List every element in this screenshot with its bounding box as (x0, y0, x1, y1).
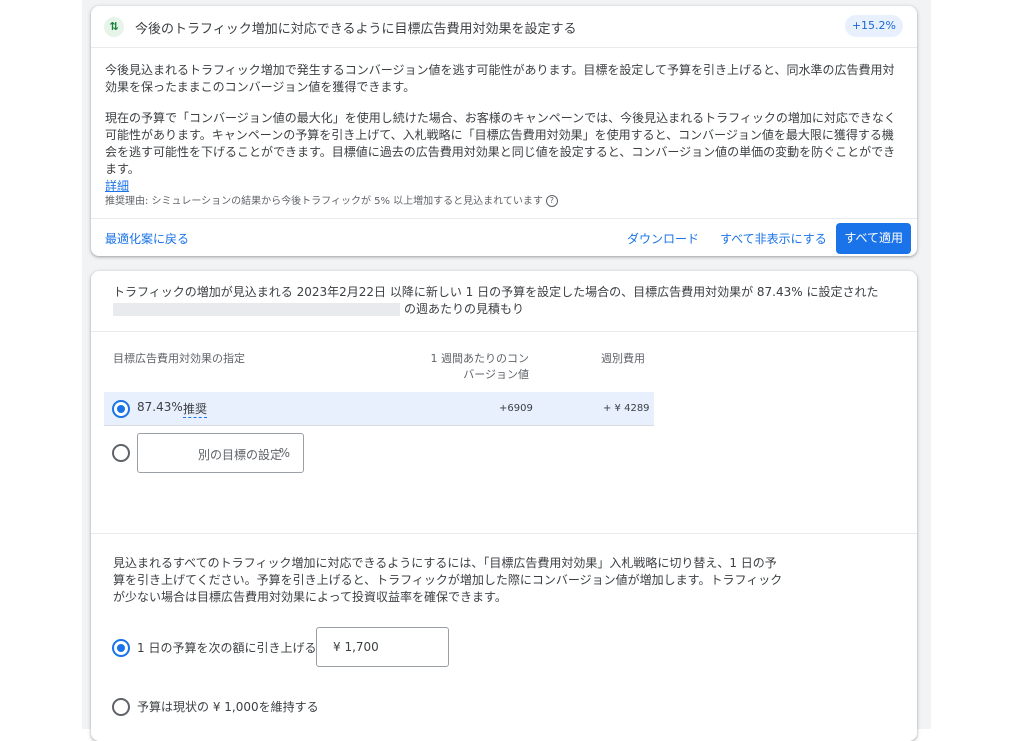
divider (91, 533, 917, 534)
apply-all-button[interactable]: すべて適用 (836, 223, 911, 254)
hide-all-button[interactable]: すべて非表示にする (720, 230, 827, 247)
estimate-intro: トラフィックの増加が見込まれる 2023年2月22日 以降に新しい 1 日の予算… (113, 285, 879, 316)
back-to-recommendations-link[interactable]: 最適化案に戻る (105, 230, 189, 247)
keep-budget-label: 予算は現状の ¥ 1,000を維持する (137, 700, 319, 714)
recommendation-reason: 推奨理由: シミュレーションの結果から今後トラフィックが 5% 以上増加すると見… (105, 192, 558, 207)
recommendation-body: 今後見込まれるトラフィック増加で発生するコンバージョン値を逃す可能性があります。… (105, 62, 905, 209)
details-link[interactable]: 詳細 (105, 179, 129, 193)
trend-arrows-icon: ⇅ (104, 17, 124, 37)
divider (91, 331, 917, 332)
redacted-campaign-name (113, 303, 400, 316)
budget-explanation: 見込まれるすべてのトラフィック増加に対応できるようにするには、「目標広告費用対効… (113, 556, 783, 604)
recommended-target-value: 87.43% (137, 400, 183, 414)
help-icon[interactable]: ? (545, 195, 558, 207)
recommended-tag: 推奨 (183, 402, 208, 418)
radio-custom-target[interactable] (112, 444, 130, 462)
recommendation-header: ⇅ 今後のトラフィック増加に対応できるように目標広告費用対効果を設定する +15… (91, 6, 917, 48)
weekly-conversion-value: +6909 (499, 403, 533, 414)
column-header-conversions: 1 週間あたりのコン バージョン値 (430, 352, 530, 381)
recommendation-title: 今後のトラフィック増加に対応できるように目標広告費用対効果を設定する (135, 22, 577, 37)
recommendation-footer: 最適化案に戻る ダウンロード すべて非表示にする すべて適用 (91, 218, 917, 257)
uplift-badge: +15.2% (844, 15, 903, 37)
radio-recommended[interactable] (112, 400, 130, 418)
option-row-recommended[interactable]: 87.43% 推奨 +6909 + ¥ 4289 (104, 392, 654, 426)
radio-keep-budget[interactable] (112, 698, 130, 716)
weekly-cost-value: + ¥ 4289 (603, 403, 650, 414)
percent-unit: % (278, 446, 290, 460)
estimate-card: トラフィックの増加が見込まれる 2023年2月22日 以降に新しい 1 日の予算… (91, 271, 917, 741)
recommendation-paragraph-2: 現在の予算で「コンバージョン値の最大化」を使用し続けた場合、お客様のキャンペーン… (105, 111, 896, 193)
recommendation-paragraph-1: 今後見込まれるトラフィック増加で発生するコンバージョン値を逃す可能性があります。… (105, 63, 895, 94)
download-button[interactable]: ダウンロード (627, 230, 699, 247)
column-header-target: 目標広告費用対効果の指定 (113, 352, 245, 365)
recommendation-card: ⇅ 今後のトラフィック増加に対応できるように目標広告費用対効果を設定する +15… (91, 6, 917, 256)
custom-target-placeholder: 別の目標の設定 (198, 448, 283, 462)
radio-raise-budget[interactable] (112, 639, 130, 657)
daily-budget-input[interactable]: ¥ 1,700 (316, 627, 449, 667)
raise-budget-label: 1 日の予算を次の額に引き上げる (137, 641, 317, 655)
custom-target-input[interactable]: 別の目標の設定 % (137, 433, 304, 473)
daily-budget-value: ¥ 1,700 (333, 640, 379, 654)
column-header-cost: 週別費用 (601, 352, 645, 365)
